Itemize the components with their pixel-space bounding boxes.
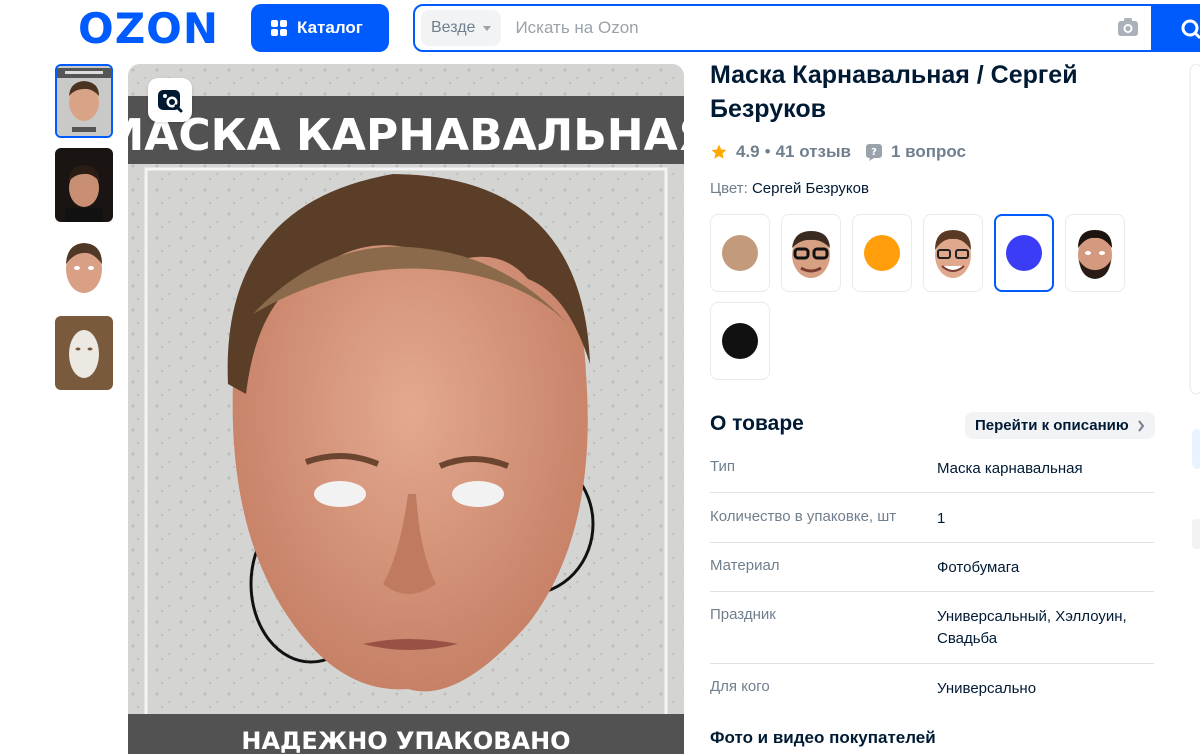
ozon-logo[interactable]: OZON (78, 8, 219, 50)
customer-media-title: Фото и видео покупателей (710, 728, 936, 747)
face-glasses-smile-icon (935, 230, 971, 278)
sidebar-panel-edge (1189, 64, 1200, 549)
color-dot (1006, 235, 1042, 271)
spec-key: Для кого (710, 678, 770, 695)
banner-bottom-text: НАДЕЖНО УПАКОВАНО (241, 727, 570, 754)
spec-key: Тип (710, 458, 736, 475)
image-search-icon (158, 90, 183, 113)
search-input[interactable] (513, 17, 1200, 39)
banner-top-text: МАСКА КАРНАВАЛЬНАЯ (128, 110, 684, 161)
swatch-blue-selected[interactable] (994, 214, 1054, 292)
color-value: Сергей Безруков (751, 180, 869, 197)
spec-value: Универсальный, Хэллоуин, Свадьба (937, 608, 1127, 647)
divider (710, 542, 1154, 543)
catalog-label: Каталог (297, 18, 363, 37)
search-scope-select[interactable]: Везде (421, 10, 502, 46)
thumbnail-portrait-image (55, 148, 113, 222)
goto-description-label: Перейти к описанию (975, 417, 1129, 434)
chevron-right-icon (1137, 419, 1144, 432)
spec-key: Праздник (710, 606, 776, 623)
thumbnail-mask-back-image (55, 316, 113, 390)
color-dot (722, 323, 758, 359)
spec-value: 1 (937, 510, 946, 527)
search-icon[interactable] (1180, 18, 1200, 40)
thumbnail-mask-face-image (55, 232, 113, 306)
spec-value: Универсально (937, 680, 1037, 697)
search-scope-label: Везде (431, 19, 476, 36)
spec-key: Количество в упаковке, шт (710, 508, 897, 525)
color-dot (722, 235, 758, 271)
photo-search-button[interactable] (148, 78, 192, 122)
camera-search-icon[interactable] (1117, 17, 1139, 37)
thumbnail-4[interactable] (55, 316, 113, 390)
search-bar: Везде (413, 4, 1200, 52)
color-line: Цвет: Сергей Безруков (710, 180, 869, 197)
swatch-face-2[interactable] (923, 214, 983, 292)
reviews-link[interactable]: 41 отзыв (776, 142, 851, 162)
thumbnail-3[interactable] (55, 232, 113, 306)
divider (710, 591, 1154, 592)
main-product-image[interactable]: МАСКА КАРНАВАЛЬНАЯ НАДЕЖНО УПАКОВАНО (128, 64, 684, 754)
swatch-orange[interactable] (852, 214, 912, 292)
thumbnail-2[interactable] (55, 148, 113, 222)
divider (710, 663, 1154, 664)
divider (710, 492, 1154, 493)
question-icon: ? (865, 144, 882, 161)
swatch-face-1[interactable] (781, 214, 841, 292)
rating-value: 4.9 (736, 142, 760, 161)
star-icon (711, 144, 727, 159)
spec-key: Материал (710, 557, 780, 574)
face-glasses-icon (792, 231, 830, 278)
color-dot (864, 235, 900, 271)
color-label: Цвет: (710, 180, 748, 197)
spec-value: Фотобумага (937, 559, 1020, 576)
spec-value: Маска карнавальная (937, 460, 1083, 477)
thumbnail-1[interactable] (55, 64, 113, 138)
goto-description-button[interactable]: Перейти к описанию (965, 412, 1155, 439)
chevron-down-icon (483, 25, 492, 31)
about-title: О товаре (710, 412, 804, 435)
questions-link[interactable]: 1 вопрос (891, 142, 966, 162)
swatch-face-3[interactable] (1065, 214, 1125, 292)
svg-text:?: ? (871, 147, 877, 158)
thumbnail-mask-package-image (57, 66, 111, 136)
rating-row: 4.9 • 41 отзыв ? 1 вопрос (710, 142, 966, 162)
mask-photo-illustration: МАСКА КАРНАВАЛЬНАЯ НАДЕЖНО УПАКОВАНО (128, 64, 684, 754)
swatch-black[interactable] (710, 302, 770, 380)
product-title: Маска Карнавальная / Сергей Безруков (710, 61, 1078, 123)
swatch-beige[interactable] (710, 214, 770, 292)
catalog-button[interactable]: Каталог (251, 4, 389, 52)
face-beard-icon (1078, 230, 1112, 279)
grid-icon (271, 20, 287, 36)
